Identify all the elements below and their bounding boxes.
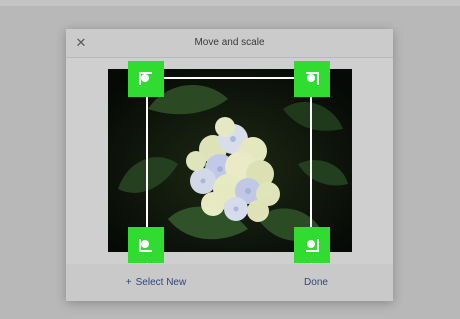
select-new-label: Select New bbox=[135, 277, 187, 288]
crop-handle-top-left[interactable] bbox=[128, 61, 164, 97]
handle-dot bbox=[141, 74, 149, 82]
handle-dot bbox=[307, 240, 315, 248]
dialog-header: Move and scale ✕ bbox=[66, 29, 393, 57]
close-button[interactable]: ✕ bbox=[72, 34, 90, 52]
select-new-button[interactable]: + Select New bbox=[106, 264, 206, 301]
close-icon: ✕ bbox=[75, 35, 87, 50]
done-button[interactable]: Done bbox=[286, 264, 346, 301]
dialog-title: Move and scale bbox=[194, 37, 265, 48]
handle-dot bbox=[307, 74, 315, 82]
crop-handle-bottom-left[interactable] bbox=[128, 227, 164, 263]
crop-handle-top-right[interactable] bbox=[294, 61, 330, 97]
move-and-scale-dialog: Move and scale ✕ + Select New Done bbox=[66, 29, 393, 301]
handle-dot bbox=[141, 240, 149, 248]
crop-frame[interactable] bbox=[146, 77, 312, 269]
plus-icon: + bbox=[125, 277, 132, 288]
dialog-footer: + Select New Done bbox=[66, 264, 393, 301]
crop-handle-bottom-right[interactable] bbox=[294, 227, 330, 263]
backdrop-strip bbox=[0, 0, 460, 6]
